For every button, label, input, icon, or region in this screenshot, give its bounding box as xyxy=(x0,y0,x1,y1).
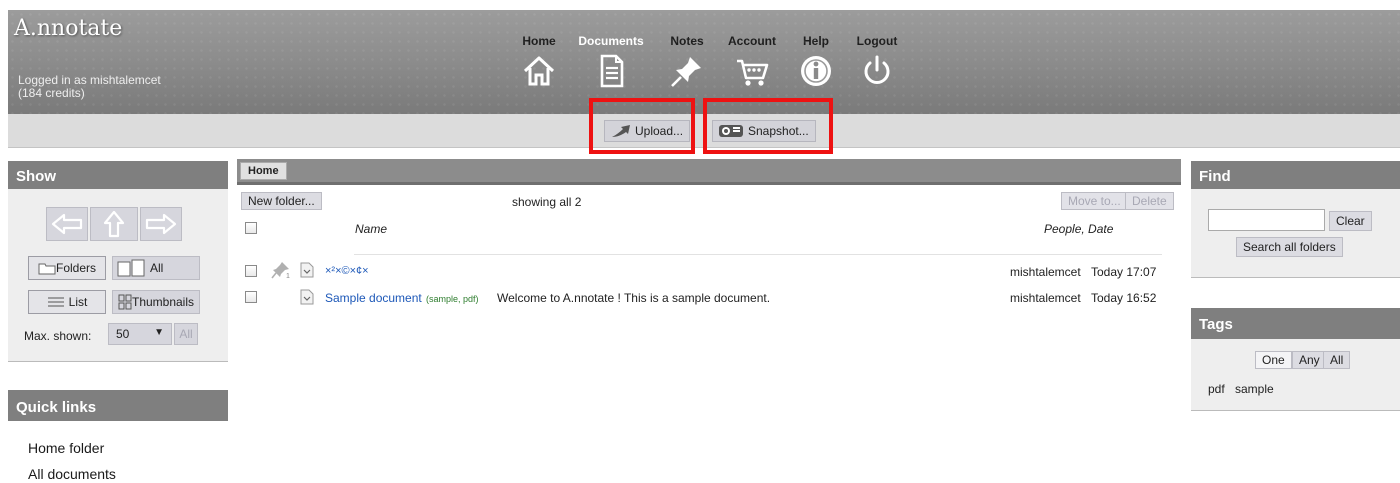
upload-label: Upload... xyxy=(635,124,684,138)
cart-icon xyxy=(737,59,769,86)
breadcrumb-home[interactable]: Home xyxy=(240,162,287,180)
breadcrumb-bar: Home xyxy=(237,159,1181,185)
nav-account-label: Account xyxy=(728,34,776,48)
tag-mode-any[interactable]: Any xyxy=(1292,351,1327,369)
show-panel: Folders All List Thumbnails Max. shown: … xyxy=(8,189,228,362)
thumbnails-label: Thumbnails xyxy=(131,295,195,309)
chevron-down-icon: ▼ xyxy=(154,327,164,338)
power-icon xyxy=(864,55,890,84)
tags-panel: One Any All pdf sample xyxy=(1191,339,1400,411)
up-arrow-icon xyxy=(103,210,125,238)
back-button[interactable] xyxy=(46,207,88,241)
nav-logout[interactable]: Logout xyxy=(854,34,900,89)
tag-mode-one[interactable]: One xyxy=(1255,351,1292,369)
app-header: A.nnotate Logged in as mishtalemcet (184… xyxy=(8,10,1400,114)
quick-links-title: Quick links xyxy=(8,390,228,421)
search-all-folders-button[interactable]: Search all folders xyxy=(1236,237,1343,257)
delete-button[interactable]: Delete xyxy=(1125,192,1174,210)
quick-link-all-documents[interactable]: All documents xyxy=(28,466,116,482)
snapshot-label: Snapshot... xyxy=(748,124,809,138)
max-shown-label: Max. shown: xyxy=(24,329,92,343)
file-icon xyxy=(300,262,314,278)
list-view-toggle[interactable]: List xyxy=(28,290,106,314)
row-date: Today 17:07 xyxy=(1091,265,1157,279)
nav-home-label: Home xyxy=(522,34,556,48)
home-icon xyxy=(523,56,555,86)
max-shown-select[interactable]: 50 ▼ xyxy=(108,323,172,345)
app-logo[interactable]: A.nnotate xyxy=(14,16,122,41)
folders-toggle[interactable]: Folders xyxy=(28,256,106,280)
nav-documents-label: Documents xyxy=(578,34,644,48)
header-divider xyxy=(354,254,1162,255)
all-toggle[interactable]: All xyxy=(112,256,200,280)
list-label: List xyxy=(68,295,88,309)
camera-icon xyxy=(719,125,743,137)
snapshot-button[interactable]: Snapshot... xyxy=(712,120,816,142)
folders-label: Folders xyxy=(55,261,96,275)
login-info: Logged in as mishtalemcet (184 credits) xyxy=(18,74,161,100)
search-input[interactable] xyxy=(1208,209,1325,231)
forward-arrow-icon xyxy=(145,213,177,235)
showing-count: showing all 2 xyxy=(512,195,582,209)
thumbnails-view-toggle[interactable]: Thumbnails xyxy=(112,290,200,314)
nav-notes-label: Notes xyxy=(670,34,704,48)
show-panel-title: Show xyxy=(8,161,228,189)
row-date: Today 16:52 xyxy=(1091,291,1157,305)
svg-text:1: 1 xyxy=(286,273,290,279)
list-icon xyxy=(47,297,64,307)
document-icon xyxy=(600,54,624,88)
tag-item[interactable]: sample xyxy=(1235,382,1274,396)
find-panel-title: Find xyxy=(1191,161,1400,189)
document-tags[interactable]: (sample, pdf) xyxy=(426,294,479,304)
up-button[interactable] xyxy=(90,207,138,241)
move-to-button[interactable]: Move to... xyxy=(1061,192,1128,210)
tags-panel-title: Tags xyxy=(1191,308,1400,339)
find-panel: Clear Search all folders xyxy=(1191,189,1400,278)
max-shown-value: 50 xyxy=(116,327,130,341)
folder-icon xyxy=(38,263,56,274)
thumbnails-icon xyxy=(118,294,132,310)
nav-logout-label: Logout xyxy=(856,34,898,48)
nav-help-label: Help xyxy=(802,34,829,48)
forward-button[interactable] xyxy=(140,207,182,241)
pin-icon[interactable]: 1 xyxy=(271,261,291,279)
nav-account[interactable]: Account xyxy=(726,34,778,89)
quick-link-home-folder[interactable]: Home folder xyxy=(28,440,104,456)
nav-help[interactable]: Help xyxy=(798,34,834,89)
info-icon xyxy=(801,56,831,86)
new-folder-button[interactable]: New folder... xyxy=(241,192,322,210)
pin-icon xyxy=(671,57,701,87)
document-name-link[interactable]: Sample document xyxy=(325,291,422,305)
row-people: mishtalemcet xyxy=(1010,291,1081,305)
nav-notes[interactable]: Notes xyxy=(667,34,707,89)
document-name-link[interactable]: ×²×©×¢× xyxy=(325,265,369,277)
column-people-date-header[interactable]: People, Date xyxy=(1044,222,1113,236)
all-label: All xyxy=(150,261,164,275)
column-name-header[interactable]: Name xyxy=(355,222,387,236)
file-icon xyxy=(300,289,314,305)
tag-item[interactable]: pdf xyxy=(1208,382,1225,396)
document-description: Welcome to A.nnotate ! This is a sample … xyxy=(497,291,771,305)
back-arrow-icon xyxy=(51,213,83,235)
nav-home[interactable]: Home xyxy=(520,34,558,89)
max-shown-all-button[interactable]: All xyxy=(174,323,198,345)
login-credits-text: (184 credits) xyxy=(18,86,85,100)
row-people: mishtalemcet xyxy=(1010,265,1081,279)
row-checkbox[interactable] xyxy=(245,265,257,277)
row-checkbox[interactable] xyxy=(245,291,257,303)
upload-arrow-icon xyxy=(612,125,630,137)
select-all-checkbox[interactable] xyxy=(245,222,257,234)
pages-icon xyxy=(117,259,145,277)
upload-button[interactable]: Upload... xyxy=(604,120,690,142)
clear-button[interactable]: Clear xyxy=(1329,211,1372,231)
toolbar: Upload... Snapshot... xyxy=(8,114,1400,148)
tag-mode-all[interactable]: All xyxy=(1323,351,1351,369)
nav-documents[interactable]: Documents xyxy=(576,34,646,89)
